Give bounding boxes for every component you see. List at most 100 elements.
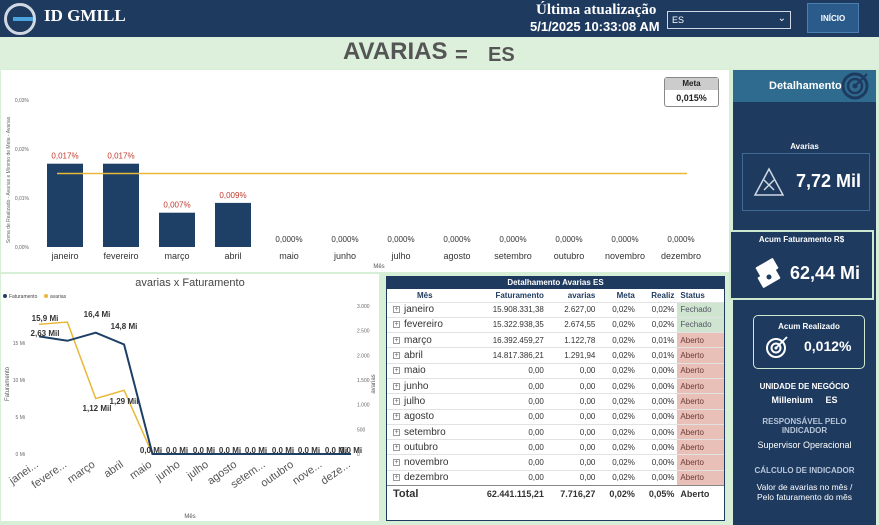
cell-meta-text: 0,02% bbox=[612, 458, 635, 468]
business-unit-uf: ES bbox=[825, 395, 838, 405]
cell-realiz-text: 0,00% bbox=[651, 458, 675, 468]
table-row[interactable]: + outubro 0,00 0,00 0,02% 0,00% Aberto bbox=[387, 439, 724, 455]
cell-faturamento-text: 15.908.331,38 bbox=[492, 305, 544, 315]
cell-avarias: 0,00 bbox=[546, 362, 599, 379]
x-tick-label: junho bbox=[333, 251, 356, 261]
col-header-realiz[interactable]: Realiz bbox=[638, 289, 678, 302]
responsible-value: Supervisor Operacional bbox=[757, 440, 852, 450]
brand-logo-icon bbox=[4, 3, 36, 35]
line-data-label: 16,4 Mi bbox=[84, 310, 111, 319]
cell-faturamento: 15.322.938,35 bbox=[467, 316, 547, 333]
detail-table: Mês Faturamento avarias Meta Realiz Stat… bbox=[387, 289, 724, 502]
cell-status: Aberto bbox=[677, 469, 724, 486]
cell-faturamento-text: 15.322.938,35 bbox=[492, 320, 544, 330]
cell-avarias: 0,00 bbox=[546, 454, 599, 471]
y-left-tick: 15 Mi bbox=[13, 341, 25, 347]
cell-faturamento-text: 0,00 bbox=[528, 396, 544, 406]
table-row[interactable]: + janeiro 15.908.331,38 2.627,00 0,02% 0,02% F… bbox=[387, 301, 724, 318]
uf-filter-dropdown[interactable]: ES ⌄ bbox=[667, 11, 791, 29]
expand-icon[interactable]: + bbox=[393, 474, 400, 482]
x-tick-label: fevereiro bbox=[103, 251, 138, 261]
cell-avarias: 1.291,94 bbox=[546, 347, 599, 364]
cell-faturamento-text: 0,00 bbox=[528, 473, 544, 483]
expand-icon[interactable]: + bbox=[393, 367, 400, 375]
cell-realiz-text: 0,00% bbox=[651, 366, 675, 376]
total-cell: 0,02% bbox=[598, 485, 638, 502]
cell-realiz: 0,00% bbox=[637, 454, 678, 471]
line-chart-svg: avarias x Faturamento Faturamento avarias 0… bbox=[3, 277, 377, 520]
x-tick-label: setembro bbox=[494, 251, 532, 261]
cell-meta: 0,02% bbox=[598, 393, 638, 410]
cell-mes: + setembro bbox=[387, 423, 468, 440]
table-row[interactable]: + fevereiro 15.322.938,35 2.674,55 0,02% 0,02… bbox=[387, 316, 724, 333]
expand-icon[interactable]: + bbox=[393, 321, 400, 329]
cell-mes-text: janeiro bbox=[404, 304, 435, 316]
table-row[interactable]: + setembro 0,00 0,00 0,02% 0,00% Aberto bbox=[387, 423, 724, 440]
table-row[interactable]: + maio 0,00 0,00 0,02% 0,00% Aberto bbox=[387, 362, 724, 379]
cell-faturamento-text: 0,00 bbox=[528, 366, 544, 376]
cell-meta-text: 0,02% bbox=[612, 427, 635, 437]
meta-card-value: 0,015% bbox=[676, 93, 707, 103]
total-cell: Aberto bbox=[677, 485, 724, 502]
top-bar: ID GMILL Última atualização 5/1/2025 10:… bbox=[0, 0, 879, 37]
expand-icon[interactable]: + bbox=[393, 443, 400, 451]
cell-status: Aberto bbox=[677, 332, 724, 348]
table-row[interactable]: + julho 0,00 0,00 0,02% 0,00% Aberto bbox=[387, 393, 724, 410]
x-tick-label: nove... bbox=[290, 459, 324, 488]
table-header-row: Mês Faturamento avarias Meta Realiz Stat… bbox=[387, 289, 724, 302]
col-header-avarias[interactable]: avarias bbox=[547, 289, 598, 302]
bar-data-label: 0,000% bbox=[611, 235, 638, 244]
y-left-axis-title: Faturamento bbox=[5, 366, 11, 401]
x-tick-label: abril bbox=[102, 459, 126, 481]
bar-janeiro bbox=[47, 163, 83, 247]
expand-icon[interactable]: + bbox=[393, 397, 400, 405]
table-row[interactable]: + agosto 0,00 0,00 0,02% 0,00% Aberto bbox=[387, 408, 724, 425]
col-header-meta[interactable]: Meta bbox=[598, 289, 638, 302]
page-title-row: AVARIAS = ES bbox=[0, 37, 879, 69]
bar-data-label: 0,017% bbox=[107, 152, 134, 161]
x-tick-label: maio bbox=[279, 251, 299, 261]
kpi-faturamento-value: 62,44 Mi bbox=[790, 263, 861, 283]
expand-icon[interactable]: + bbox=[393, 352, 400, 360]
bar-março bbox=[159, 212, 195, 247]
cell-mes-text: junho bbox=[404, 380, 429, 392]
expand-icon[interactable]: + bbox=[393, 459, 400, 467]
cell-realiz: 0,00% bbox=[637, 423, 678, 440]
expand-icon[interactable]: + bbox=[393, 382, 400, 390]
cell-avarias: 0,00 bbox=[546, 439, 599, 455]
expand-icon[interactable]: + bbox=[393, 413, 400, 421]
cell-avarias-text: 2.627,00 bbox=[564, 305, 596, 315]
cell-realiz-text: 0,01% bbox=[651, 335, 675, 345]
update-timestamp: 5/1/2025 10:33:08 AM bbox=[530, 19, 660, 34]
cell-realiz: 0,02% bbox=[637, 301, 678, 318]
line-data-label: 0,0 Mi bbox=[193, 446, 215, 455]
table-row[interactable]: + junho 0,00 0,00 0,02% 0,00% Aberto bbox=[387, 377, 724, 394]
table-row[interactable]: + março 16.392.459,27 1.122,78 0,02% 0,01% Abe… bbox=[387, 332, 724, 348]
home-button[interactable]: INÍCIO bbox=[807, 3, 859, 33]
cell-status: Aberto bbox=[677, 393, 724, 410]
table-row[interactable]: + abril 14.817.386,21 1.291,94 0,02% 0,01% Abe… bbox=[387, 347, 724, 364]
expand-icon[interactable]: + bbox=[393, 336, 400, 344]
kpi-avarias-card: 7,72 Mil bbox=[742, 153, 870, 211]
table-row[interactable]: + dezembro 0,00 0,00 0,02% 0,00% Aberto bbox=[387, 469, 724, 486]
kpi-realizado-label: Acum Realizado bbox=[778, 322, 840, 331]
series-line-faturamento bbox=[38, 331, 351, 455]
col-header-mes[interactable]: Mês bbox=[387, 289, 468, 302]
cell-realiz-text: 0,00% bbox=[651, 381, 675, 391]
cell-status: Aberto bbox=[677, 439, 724, 455]
expand-icon[interactable]: + bbox=[393, 306, 400, 314]
col-header-status[interactable]: Status bbox=[677, 289, 724, 302]
cell-mes-text: outubro bbox=[404, 441, 438, 453]
cell-status: Aberto bbox=[677, 377, 724, 394]
avarias-detail-table: Detalhamento Avarias ES Mês Faturamento … bbox=[386, 276, 725, 521]
kpi-realizado-card: Acum Realizado 0,012% bbox=[753, 315, 865, 369]
cell-meta: 0,02% bbox=[598, 469, 638, 486]
cell-faturamento: 0,00 bbox=[467, 423, 547, 440]
target-icon bbox=[841, 72, 869, 100]
table-row[interactable]: + novembro 0,00 0,00 0,02% 0,00% Aberto bbox=[387, 454, 724, 471]
expand-icon[interactable]: + bbox=[393, 428, 400, 436]
cell-status: Aberto bbox=[677, 408, 724, 425]
cell-faturamento: 0,00 bbox=[467, 439, 547, 455]
col-header-faturamento[interactable]: Faturamento bbox=[468, 289, 547, 302]
cell-avarias-text: 0,00 bbox=[579, 396, 596, 406]
